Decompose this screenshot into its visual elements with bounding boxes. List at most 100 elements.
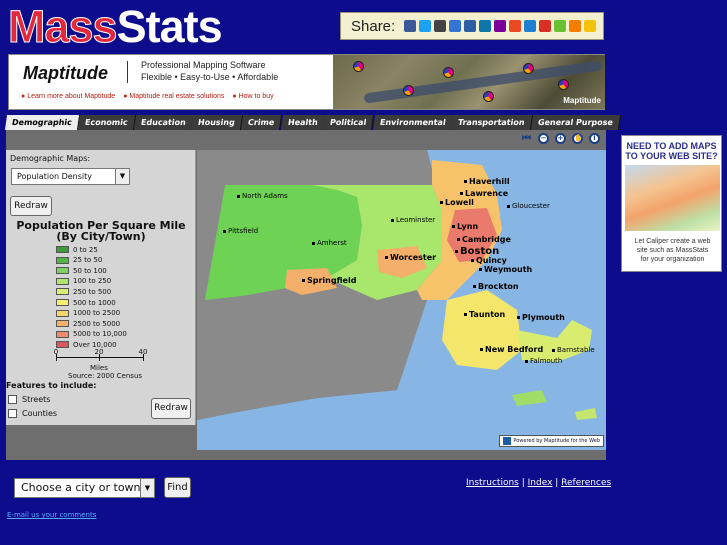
legend-item: 100 to 250 [56, 277, 111, 286]
logo-mass-text: Mass [8, 1, 119, 52]
find-button[interactable]: Find [164, 477, 191, 498]
banner-links: Learn more about Maptitude Maptitude rea… [21, 93, 274, 100]
site-logo[interactable]: MassStats [8, 1, 223, 52]
tab-housing[interactable]: Housing [191, 115, 244, 130]
facebook-icon[interactable] [404, 20, 417, 32]
instructions-link[interactable]: Instructions [466, 478, 519, 488]
ad-text: Let Caliper create a web site such as Ma… [622, 237, 723, 264]
email-comments-link[interactable]: E-mail us your comments [7, 511, 96, 519]
tab-economic[interactable]: Economic [77, 115, 136, 130]
legend-item: 250 to 500 [56, 287, 111, 296]
city-label-cambridge: Cambridge [457, 235, 511, 244]
linkedin-icon[interactable] [479, 20, 492, 32]
share-icon-group [404, 20, 597, 32]
city-label-north-adams: North Adams [237, 192, 288, 200]
myspace-icon[interactable] [434, 20, 447, 32]
city-label-lawrence: Lawrence [460, 189, 508, 198]
technorati-icon[interactable] [554, 20, 567, 32]
data-source: Source: 2000 Census [68, 372, 143, 380]
legend-label: 25 to 50 [73, 256, 103, 265]
map-toolbar: ⏮ − + ✋ i [521, 133, 600, 144]
redraw-button[interactable]: Redraw [10, 196, 52, 216]
chevron-down-icon[interactable]: ▼ [140, 479, 154, 497]
tab-political[interactable]: Political [323, 115, 375, 130]
tab-health[interactable]: Health [280, 115, 326, 130]
zoom-in-icon[interactable]: + [555, 133, 566, 144]
massachusetts-map[interactable]: Haverhill Lawrence Lowell Gloucester North A… [197, 150, 606, 450]
banner-link-real-estate[interactable]: Maptitude real estate solutions [123, 93, 224, 100]
legend-label: 1000 to 2500 [73, 309, 121, 318]
feature-counties[interactable]: Counties [8, 409, 57, 418]
scale-bar-label: 0 [53, 348, 59, 356]
city-label-new-bedford: New Bedford [480, 345, 543, 354]
banner-link-learn-more[interactable]: Learn more about Maptitude [21, 93, 115, 100]
city-label-lynn: Lynn [452, 222, 478, 231]
ad-map-image [625, 165, 720, 231]
ad-heading-2: TO YOUR WEB SITE? [625, 151, 718, 161]
pan-hand-icon[interactable]: ✋ [572, 133, 583, 144]
tab-crime[interactable]: Crime [241, 115, 283, 130]
streets-checkbox[interactable] [8, 395, 17, 404]
city-label-taunton: Taunton [464, 310, 505, 319]
maps-ad[interactable]: NEED TO ADD MAPS TO YOUR WEB SITE? Let C… [621, 135, 722, 272]
legend-swatch [56, 309, 69, 317]
redraw-features-button[interactable]: Redraw [151, 398, 191, 419]
feature-streets[interactable]: Streets [8, 395, 50, 404]
info-icon[interactable]: i [589, 133, 600, 144]
banner-link-how-to-buy[interactable]: How to buy [232, 93, 274, 100]
first-page-icon[interactable]: ⏮ [521, 133, 532, 144]
tab-general-purpose[interactable]: General Purpose [530, 115, 621, 130]
maptitude-banner[interactable]: Maptitude Professional Mapping Software … [8, 54, 605, 110]
maptitude-logo[interactable]: Maptitude [23, 63, 108, 84]
zoom-out-icon[interactable]: − [538, 133, 549, 144]
city-label-leominster: Leominster [391, 216, 435, 224]
legend-label: 50 to 100 [73, 266, 107, 275]
city-label-lowell: Lowell [440, 198, 474, 207]
maptitude-logo-icon [503, 437, 512, 445]
city-town-select[interactable]: Choose a city or town: ▼ [14, 478, 155, 498]
delicious-icon[interactable] [449, 20, 462, 32]
legend-swatch [56, 330, 69, 338]
banner-pie-marker [353, 61, 364, 72]
legend-label: 0 to 25 [73, 245, 98, 254]
powered-by-maptitude[interactable]: Powered by Maptitude for the Web [499, 435, 604, 447]
demographic-map-select-value: Population Density [17, 172, 92, 181]
logo-stats-text: Stats [116, 1, 223, 52]
features-label: Features to include: [6, 381, 97, 390]
friendfeed-icon[interactable] [524, 20, 537, 32]
legend-item: 0 to 25 [56, 245, 98, 254]
tab-transportation[interactable]: Transportation [451, 115, 533, 130]
counties-checkbox[interactable] [8, 409, 17, 418]
legend-swatch [56, 267, 69, 275]
banner-pie-marker [558, 79, 569, 90]
blogger-icon[interactable] [569, 20, 582, 32]
legend-swatch [56, 299, 69, 306]
banner-pie-marker [483, 91, 494, 102]
scale-unit: Miles [90, 364, 108, 372]
chevron-down-icon[interactable]: ▼ [115, 169, 129, 184]
legend-item: 500 to 1000 [56, 298, 116, 307]
stumbleupon-icon[interactable] [509, 20, 522, 32]
ad-text-line-1: Let Caliper create a web [634, 238, 711, 245]
twitter-icon[interactable] [419, 20, 432, 32]
banner-text-area: Maptitude Professional Mapping Software … [9, 55, 333, 109]
tab-demographic[interactable]: Demographic [4, 115, 80, 130]
banner-map-image[interactable]: Maptitude [333, 55, 605, 109]
banner-map-badge: Maptitude [563, 96, 601, 105]
powered-by-text: Powered by Maptitude for the Web [513, 438, 600, 444]
city-label-plymouth: Plymouth [517, 313, 565, 322]
tab-environmental[interactable]: Environmental [372, 115, 454, 130]
favorites-icon[interactable] [584, 20, 597, 32]
gmail-icon[interactable] [539, 20, 552, 32]
digg-icon[interactable] [464, 20, 477, 32]
ad-text-line-2: site such as MassStats [636, 247, 709, 254]
banner-pie-marker [443, 67, 454, 78]
tab-education[interactable]: Education [133, 115, 194, 130]
yahoo-icon[interactable] [494, 20, 507, 32]
demographic-map-select[interactable]: Population Density ▼ [11, 168, 130, 185]
references-link[interactable]: References [561, 478, 611, 488]
legend-item: 25 to 50 [56, 256, 102, 265]
city-label-falmouth: Falmouth [525, 357, 562, 365]
index-link[interactable]: Index [528, 478, 553, 488]
share-bar: Share: [340, 12, 604, 40]
